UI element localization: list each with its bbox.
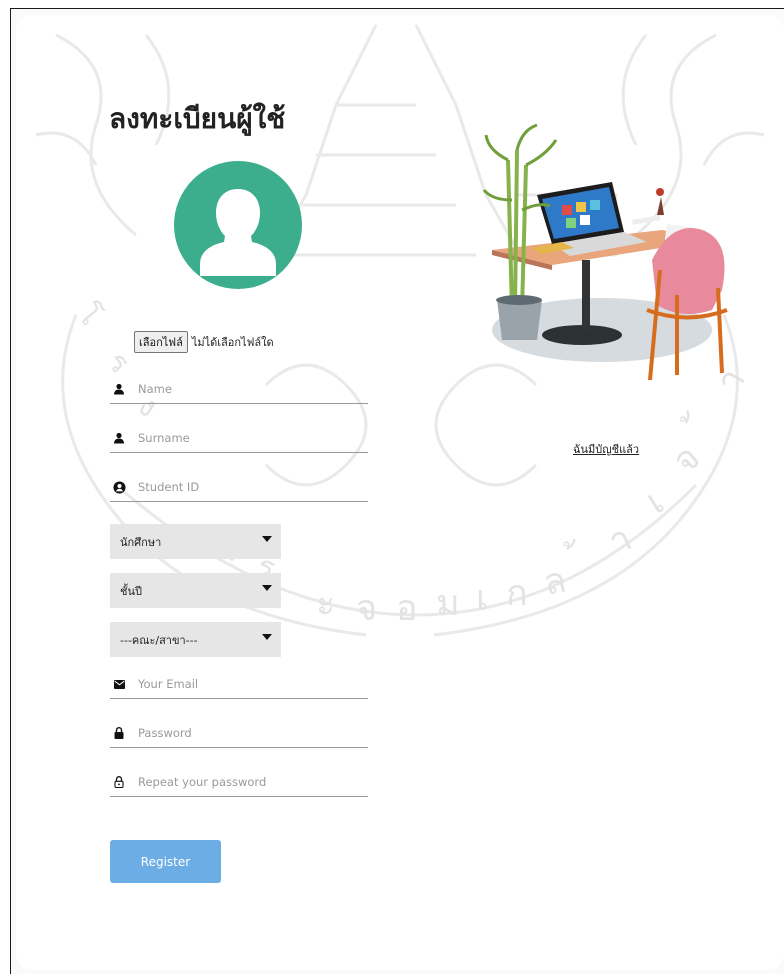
faculty-select[interactable]: ---คณะ/สาขา--- [110, 622, 281, 657]
person-icon [111, 381, 127, 397]
svg-text:้: ้ [563, 537, 579, 550]
lock-icon [111, 725, 127, 741]
file-status-text: ไม่ได้เลือกไฟล์ใด [191, 337, 274, 349]
choose-file-button[interactable]: เลือกไฟล์ [134, 331, 188, 353]
year-select-value: ชั้นปี [120, 584, 142, 598]
surname-field [110, 424, 368, 453]
caret-down-icon [262, 535, 272, 542]
svg-text:า: า [602, 517, 638, 563]
svg-text:โ: โ [70, 297, 108, 332]
role-select[interactable]: นักศึกษา [110, 524, 281, 559]
svg-text:เ: เ [639, 481, 671, 522]
desk-illustration [482, 123, 728, 381]
student-id-field [110, 473, 368, 502]
surname-input[interactable] [138, 431, 358, 445]
envelope-icon [111, 676, 127, 692]
password-field [110, 719, 368, 748]
password-input[interactable] [138, 726, 358, 740]
user-silhouette-icon [200, 189, 276, 276]
svg-text:ล: ล [540, 560, 569, 604]
repeat-password-input[interactable] [138, 775, 358, 789]
name-field [110, 375, 368, 404]
svg-text:เ: เ [476, 578, 488, 619]
faculty-select-value: ---คณะ/สาขา--- [120, 633, 198, 647]
name-input[interactable] [138, 382, 358, 396]
lock-outline-icon [111, 774, 127, 790]
year-select[interactable]: ชั้นปี [110, 573, 281, 608]
caret-down-icon [262, 633, 272, 640]
page-title: ลงทะเบียนผู้ใช้ [109, 102, 286, 135]
svg-text:อ: อ [396, 588, 418, 629]
avatar-file-input: เลือกไฟล์ ไม่ได้เลือกไฟล์ใด [134, 331, 274, 353]
svg-text:จ: จ [356, 588, 377, 629]
avatar-placeholder [174, 161, 302, 289]
person-icon [111, 430, 127, 446]
svg-text:ะ: ะ [316, 583, 335, 624]
role-select-value: นักศึกษา [120, 535, 162, 549]
register-button[interactable]: Register [110, 840, 221, 883]
email-input[interactable] [138, 677, 358, 691]
svg-text:ม: ม [436, 583, 460, 624]
user-circle-icon [111, 479, 127, 495]
email-field [110, 670, 368, 699]
caret-down-icon [262, 584, 272, 591]
repeat-password-field [110, 768, 368, 797]
svg-text:ก: ก [506, 573, 528, 614]
svg-text:้: ้ [678, 408, 694, 425]
registration-card: โ ร ง พ ร ะ จ อ ม เ ก ล ้ า เ จ ้ า ลงทะ… [16, 15, 784, 970]
svg-text:จ: จ [665, 437, 708, 482]
have-account-link[interactable]: ฉันมีบัญชีแล้ว [573, 440, 639, 458]
student-id-input[interactable] [138, 480, 358, 494]
